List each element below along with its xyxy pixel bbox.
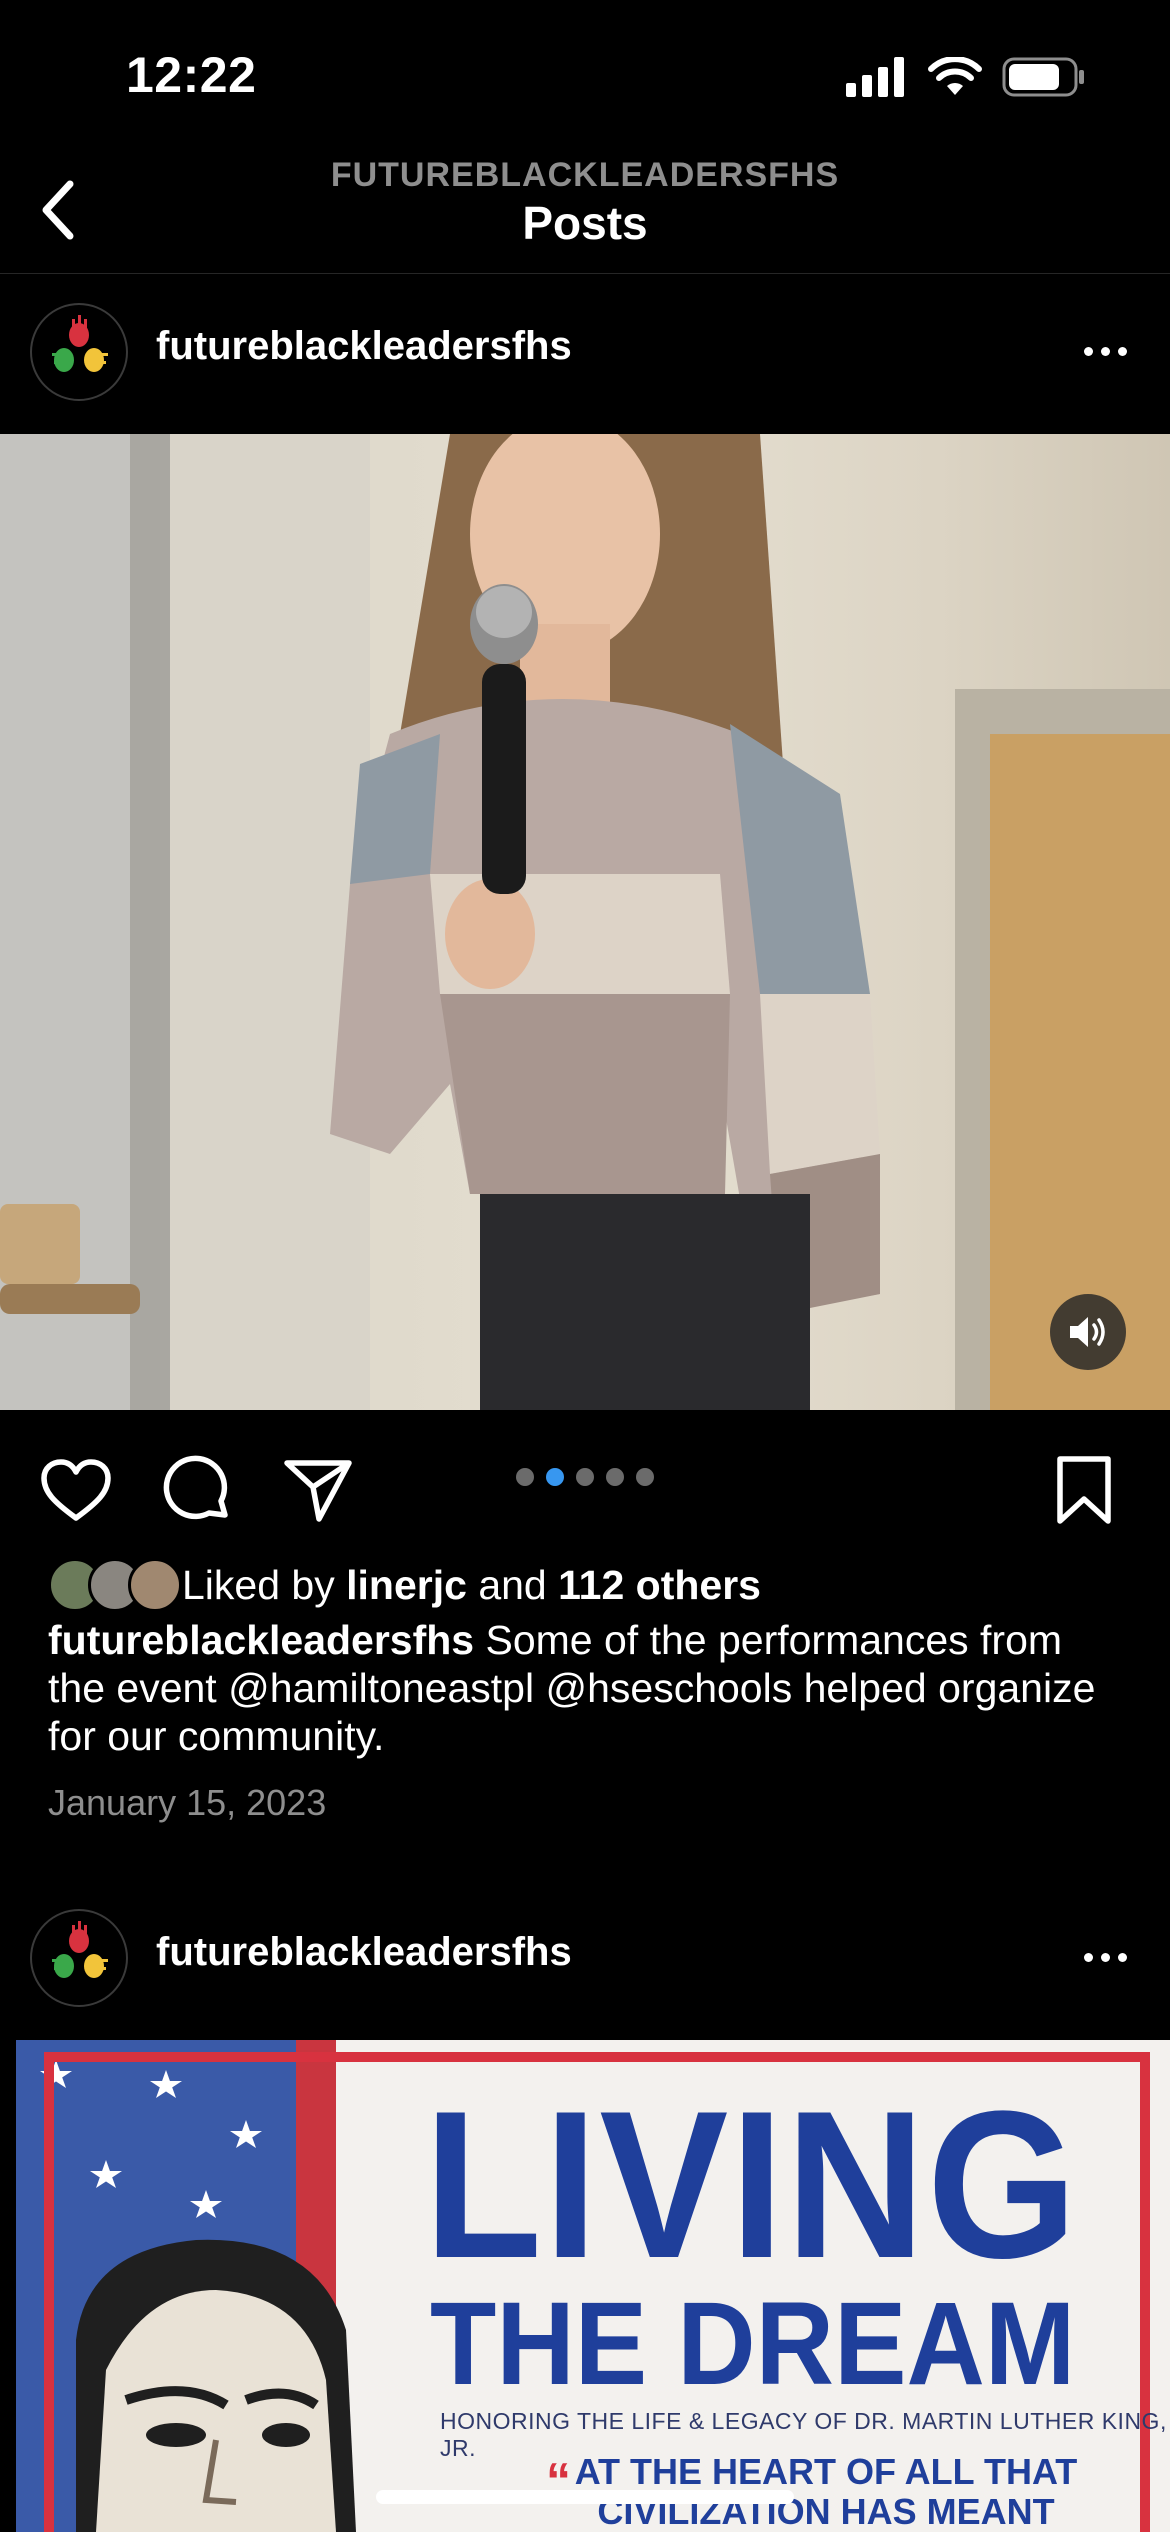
post-username[interactable]: futureblackleadersfhs — [156, 324, 572, 369]
like-button[interactable] — [36, 1450, 116, 1530]
post-options-button[interactable] — [1070, 1927, 1140, 1987]
post-video[interactable] — [0, 434, 1170, 1410]
cellular-signal-icon — [846, 57, 904, 97]
carousel-dot — [636, 1468, 654, 1486]
likes-row[interactable]: Liked by linerjc and 112 others — [48, 1555, 761, 1615]
post-header: futureblackleadersfhs — [0, 1882, 1170, 2032]
poster-title-line2: THE DREAM — [430, 2278, 1076, 2410]
share-button[interactable] — [278, 1450, 358, 1530]
poster-title-line1: LIVING — [424, 2067, 1080, 2302]
battery-icon — [1002, 57, 1084, 97]
more-icon — [1083, 1952, 1093, 1962]
post-caption: futureblackleadersfhs Some of the perfor… — [48, 1616, 1128, 1760]
likes-joiner: and — [478, 1561, 547, 1608]
status-time: 12:22 — [126, 47, 257, 103]
avatar — [128, 1558, 182, 1612]
post-header: futureblackleadersfhs — [0, 276, 1170, 426]
bookmark-icon — [1057, 1456, 1111, 1524]
post-options-button[interactable] — [1070, 321, 1140, 381]
navigation-header: FUTUREBLACKLEADERSFHS Posts — [0, 150, 1170, 274]
share-icon — [284, 1460, 352, 1522]
carousel-dot — [606, 1468, 624, 1486]
home-indicator[interactable] — [376, 2490, 794, 2504]
post-date: January 15, 2023 — [48, 1782, 327, 1823]
likes-prefix: Liked by — [182, 1561, 335, 1608]
caption-username[interactable]: futureblackleadersfhs — [48, 1617, 474, 1663]
carousel-dot — [516, 1468, 534, 1486]
handprints-logo-icon — [52, 1921, 108, 1978]
carousel-dot — [576, 1468, 594, 1486]
likes-count[interactable]: 112 others — [558, 1562, 761, 1609]
video-frame-image — [0, 434, 1170, 1410]
handprints-logo-icon — [52, 315, 108, 372]
wifi-icon — [928, 57, 982, 95]
post-image[interactable]: LIVING THE DREAM HONORING THE LIFE & LEG… — [16, 2040, 1170, 2532]
carousel-indicator — [0, 1468, 1170, 1486]
page-title: Posts — [522, 197, 648, 249]
profile-avatar[interactable] — [30, 1909, 128, 2007]
save-button[interactable] — [1044, 1450, 1124, 1530]
speaker-icon — [1070, 1317, 1105, 1347]
status-bar: 12:22 — [0, 0, 1170, 150]
account-label[interactable]: FUTUREBLACKLEADERSFHS — [0, 156, 1170, 195]
carousel-dot-active — [546, 1468, 564, 1486]
post-username[interactable]: futureblackleadersfhs — [156, 1930, 572, 1975]
profile-avatar[interactable] — [30, 303, 128, 401]
comment-button[interactable] — [158, 1450, 238, 1530]
liker-avatars — [48, 1558, 182, 1612]
status-icons — [846, 52, 1086, 102]
liker-username[interactable]: linerjc — [346, 1562, 467, 1609]
audio-toggle-button[interactable] — [1050, 1294, 1126, 1370]
more-icon — [1083, 346, 1093, 356]
comment-icon — [163, 1455, 228, 1520]
